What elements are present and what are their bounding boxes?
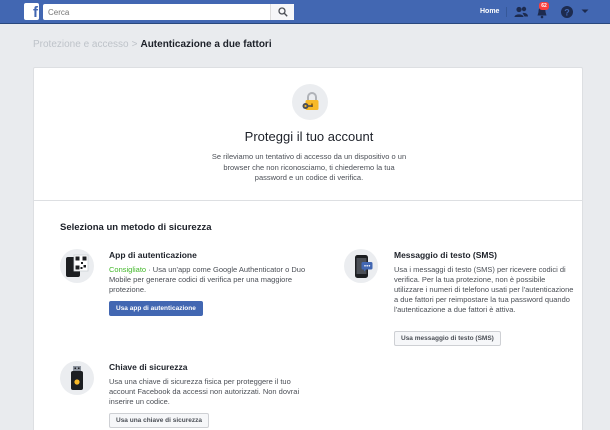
two-factor-panel: Proteggi il tuo account Se rileviamo un …: [33, 67, 583, 430]
help-icon[interactable]: ?: [559, 4, 575, 20]
home-link[interactable]: Home: [480, 0, 499, 24]
facebook-logo-letter: f: [33, 4, 38, 21]
account-menu-chevron-icon[interactable]: [580, 6, 590, 16]
notifications-badge: 62: [539, 2, 549, 10]
hero-description: Se rileviamo un tentativo di accesso da …: [211, 152, 407, 182]
qr-phone-icon: [66, 254, 89, 277]
auth-app-title: App di autenticazione: [109, 250, 197, 260]
friend-requests-icon[interactable]: [513, 4, 529, 20]
auth-app-description: Consigliato · Usa un'app come Google Aut…: [109, 265, 309, 295]
breadcrumb-separator: >: [131, 39, 138, 50]
breadcrumb-parent-link[interactable]: Protezione e accesso: [33, 39, 129, 50]
security-key-title: Chiave di sicurezza: [109, 362, 188, 372]
use-auth-app-button[interactable]: Usa app di autenticazione: [109, 301, 203, 316]
security-key-description: Usa una chiave di sicurezza fisica per p…: [109, 377, 300, 406]
use-sms-button[interactable]: Usa messaggio di testo (SMS): [394, 331, 501, 346]
search-input[interactable]: [43, 4, 294, 20]
usb-key-icon: [71, 366, 83, 390]
sms-icon-circle: [344, 249, 378, 283]
facebook-logo[interactable]: f: [24, 3, 39, 21]
sms-phone-icon: [355, 255, 373, 278]
security-key-icon-circle: [60, 361, 94, 395]
section-divider: [34, 200, 582, 201]
nav-divider: [506, 7, 507, 17]
breadcrumb-current: Autenticazione a due fattori: [140, 39, 272, 50]
key-lock-icon: [302, 92, 319, 110]
sms-title: Messaggio di testo (SMS): [394, 250, 497, 260]
breadcrumb: Protezione e accesso > Autenticazione a du…: [33, 38, 272, 52]
hero-icon-circle: [292, 84, 328, 120]
top-navigation-bar: f Home 62 ?: [0, 0, 610, 24]
search-button[interactable]: [270, 4, 294, 20]
search-icon: [278, 7, 288, 17]
sms-description: Usa i messaggi di testo (SMS) per riceve…: [394, 265, 574, 314]
svg-text:?: ?: [564, 7, 570, 17]
auth-app-icon-circle: [60, 249, 94, 283]
hero-title: Proteggi il tuo account: [244, 129, 374, 144]
use-security-key-button[interactable]: Usa una chiave di sicurezza: [109, 413, 209, 428]
security-method-heading: Seleziona un metodo di sicurezza: [60, 222, 212, 233]
recommended-label: Consigliato: [109, 265, 147, 274]
